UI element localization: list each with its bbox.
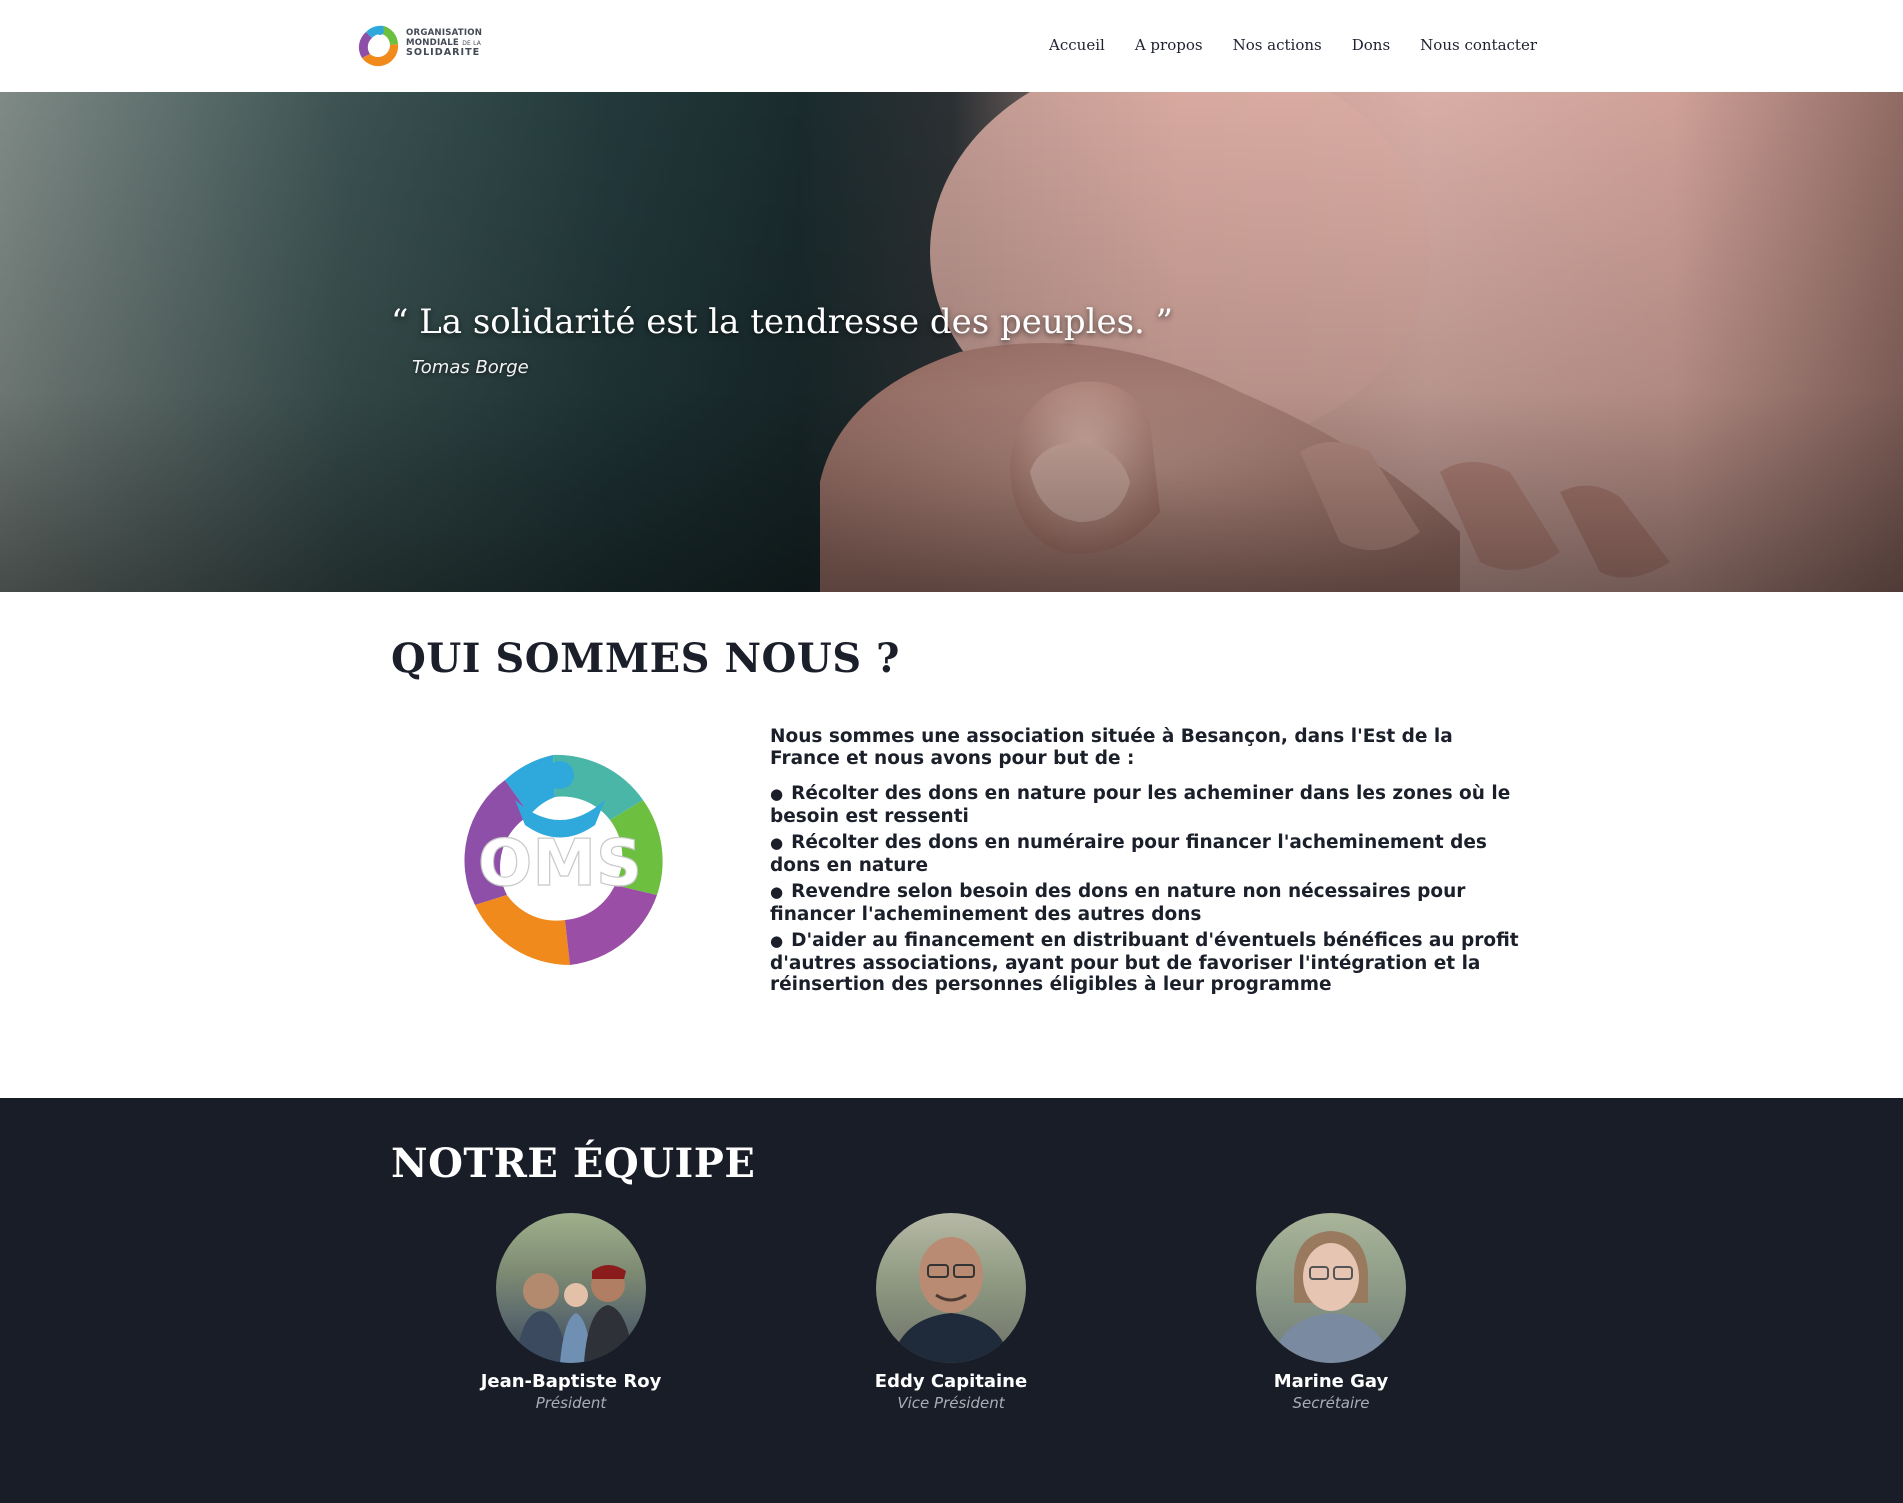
list-item: Récolter des dons en numéraire pour fina… xyxy=(770,832,1520,876)
member-name: Jean-Baptiste Roy xyxy=(480,1371,662,1392)
logo-text: ORGANISATION MONDIALE DE LA SOLIDARITE xyxy=(406,28,483,58)
team-section: NOTRE ÉQUIPE Jean-Baptiste Roy Président xyxy=(0,1098,1903,1503)
team-member-card: Jean-Baptiste Roy Président xyxy=(441,1213,701,1412)
avatar-photo-icon xyxy=(1271,1231,1391,1363)
team-title: NOTRE ÉQUIPE xyxy=(391,1140,756,1187)
avatar xyxy=(496,1213,646,1363)
site-logo[interactable]: ORGANISATION MONDIALE DE LA SOLIDARITE xyxy=(354,18,504,72)
nav-dons[interactable]: Dons xyxy=(1352,36,1390,54)
member-role: Président xyxy=(535,1394,607,1412)
list-item: Revendre selon besoin des dons en nature… xyxy=(770,881,1520,925)
avatar-photo-icon xyxy=(891,1237,1011,1363)
avatar-photo-icon xyxy=(516,1265,634,1363)
hero-quote-author: Tomas Borge xyxy=(412,357,529,378)
hero-quote: “ La solidarité est la tendresse des peu… xyxy=(391,302,1174,342)
about-goals-list: Récolter des dons en nature pour les ach… xyxy=(770,783,1520,996)
site-header: ORGANISATION MONDIALE DE LA SOLIDARITE A… xyxy=(0,0,1903,92)
about-intro: Nous sommes une association située à Bes… xyxy=(770,726,1453,769)
main-nav: Accueil A propos Nos actions Dons Nous c… xyxy=(1049,36,1537,54)
logo-emblem-icon xyxy=(358,25,399,67)
about-title: QUI SOMMES NOUS ? xyxy=(391,635,900,682)
member-name: Eddy Capitaine xyxy=(874,1371,1028,1392)
avatar xyxy=(1256,1213,1406,1363)
team-member-card: Eddy Capitaine Vice Président xyxy=(821,1213,1081,1412)
about-text: Nous sommes une association située à Bes… xyxy=(770,726,1520,1001)
nav-accueil[interactable]: Accueil xyxy=(1049,36,1105,54)
list-item: D'aider au financement en distribuant d'… xyxy=(770,930,1520,996)
member-role: Vice Président xyxy=(897,1394,1005,1412)
hero-banner: “ La solidarité est la tendresse des peu… xyxy=(0,92,1903,592)
member-role: Secrétaire xyxy=(1292,1394,1370,1412)
nav-nos-actions[interactable]: Nos actions xyxy=(1233,36,1322,54)
nav-a-propos[interactable]: A propos xyxy=(1135,36,1203,54)
team-member-card: Marine Gay Secrétaire xyxy=(1201,1213,1461,1412)
oms-emblem-icon: OMS xyxy=(452,752,668,968)
list-item: Récolter des dons en nature pour les ach… xyxy=(770,783,1520,827)
member-name: Marine Gay xyxy=(1273,1371,1389,1392)
nav-nous-contacter[interactable]: Nous contacter xyxy=(1420,36,1537,54)
oms-logo: OMS xyxy=(445,745,675,975)
oms-logo-text: OMS xyxy=(478,827,642,901)
avatar xyxy=(876,1213,1026,1363)
